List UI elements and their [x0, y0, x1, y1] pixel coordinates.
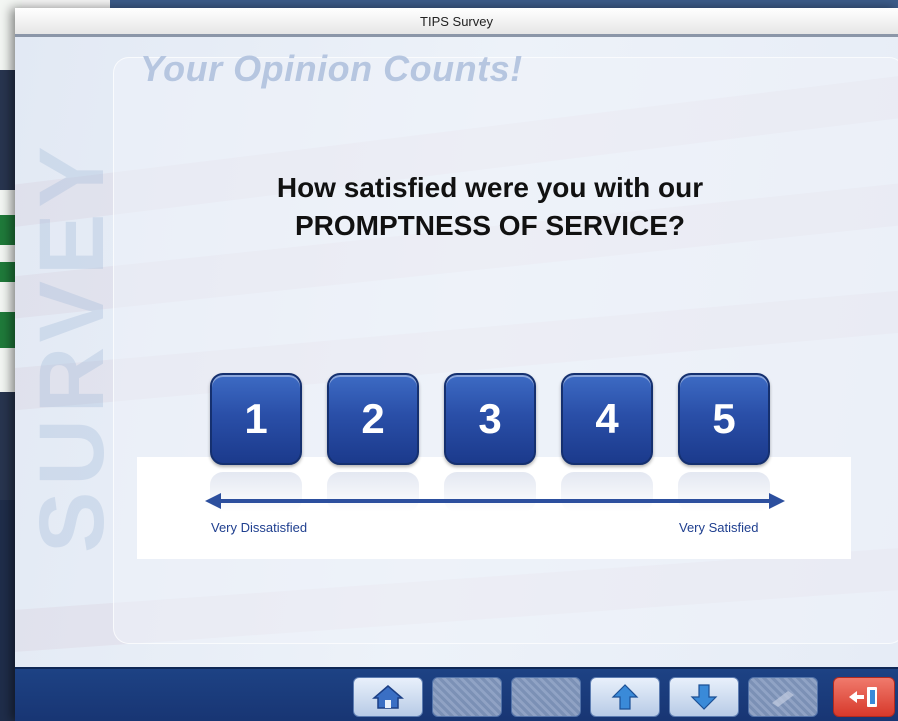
home-button[interactable]: [353, 677, 423, 717]
exit-icon: [849, 687, 877, 707]
rating-button-2[interactable]: 2: [327, 373, 419, 465]
survey-question: How satisfied were you with our PROMPTNE…: [150, 169, 830, 245]
pencil-icon: [772, 691, 794, 707]
forward-button[interactable]: [511, 677, 581, 717]
scale-low-label: Very Dissatisfied: [211, 520, 308, 535]
rating-button-4[interactable]: 4: [561, 373, 653, 465]
scale-high-label: Very Satisfied: [679, 520, 759, 535]
rating-buttons: 1 2 3 4 5: [210, 373, 780, 469]
rating-button-1[interactable]: 1: [210, 373, 302, 465]
survey-window: TIPS Survey SURVEY Your Opinion Counts! …: [15, 8, 898, 721]
page-heading: Your Opinion Counts!: [140, 48, 523, 89]
tools-button[interactable]: [748, 677, 818, 717]
exit-button[interactable]: [833, 677, 895, 717]
question-line-1: How satisfied were you with our: [276, 172, 704, 203]
question-line-2: PROMPTNESS OF SERVICE?: [295, 210, 685, 241]
down-button[interactable]: [669, 677, 739, 717]
back-button[interactable]: [432, 677, 502, 717]
up-button[interactable]: [590, 677, 660, 717]
window-title: TIPS Survey: [15, 8, 898, 37]
scale-arrow: [205, 493, 785, 509]
house-icon: [372, 685, 404, 709]
rating-button-3[interactable]: 3: [444, 373, 536, 465]
navigation-toolbar: [15, 667, 898, 721]
arrow-down-icon: [690, 684, 718, 710]
survey-content: SURVEY Your Opinion Counts! How satisfie…: [15, 37, 898, 667]
arrow-up-icon: [611, 684, 639, 710]
survey-watermark: SURVEY: [21, 140, 123, 554]
rating-button-5[interactable]: 5: [678, 373, 770, 465]
